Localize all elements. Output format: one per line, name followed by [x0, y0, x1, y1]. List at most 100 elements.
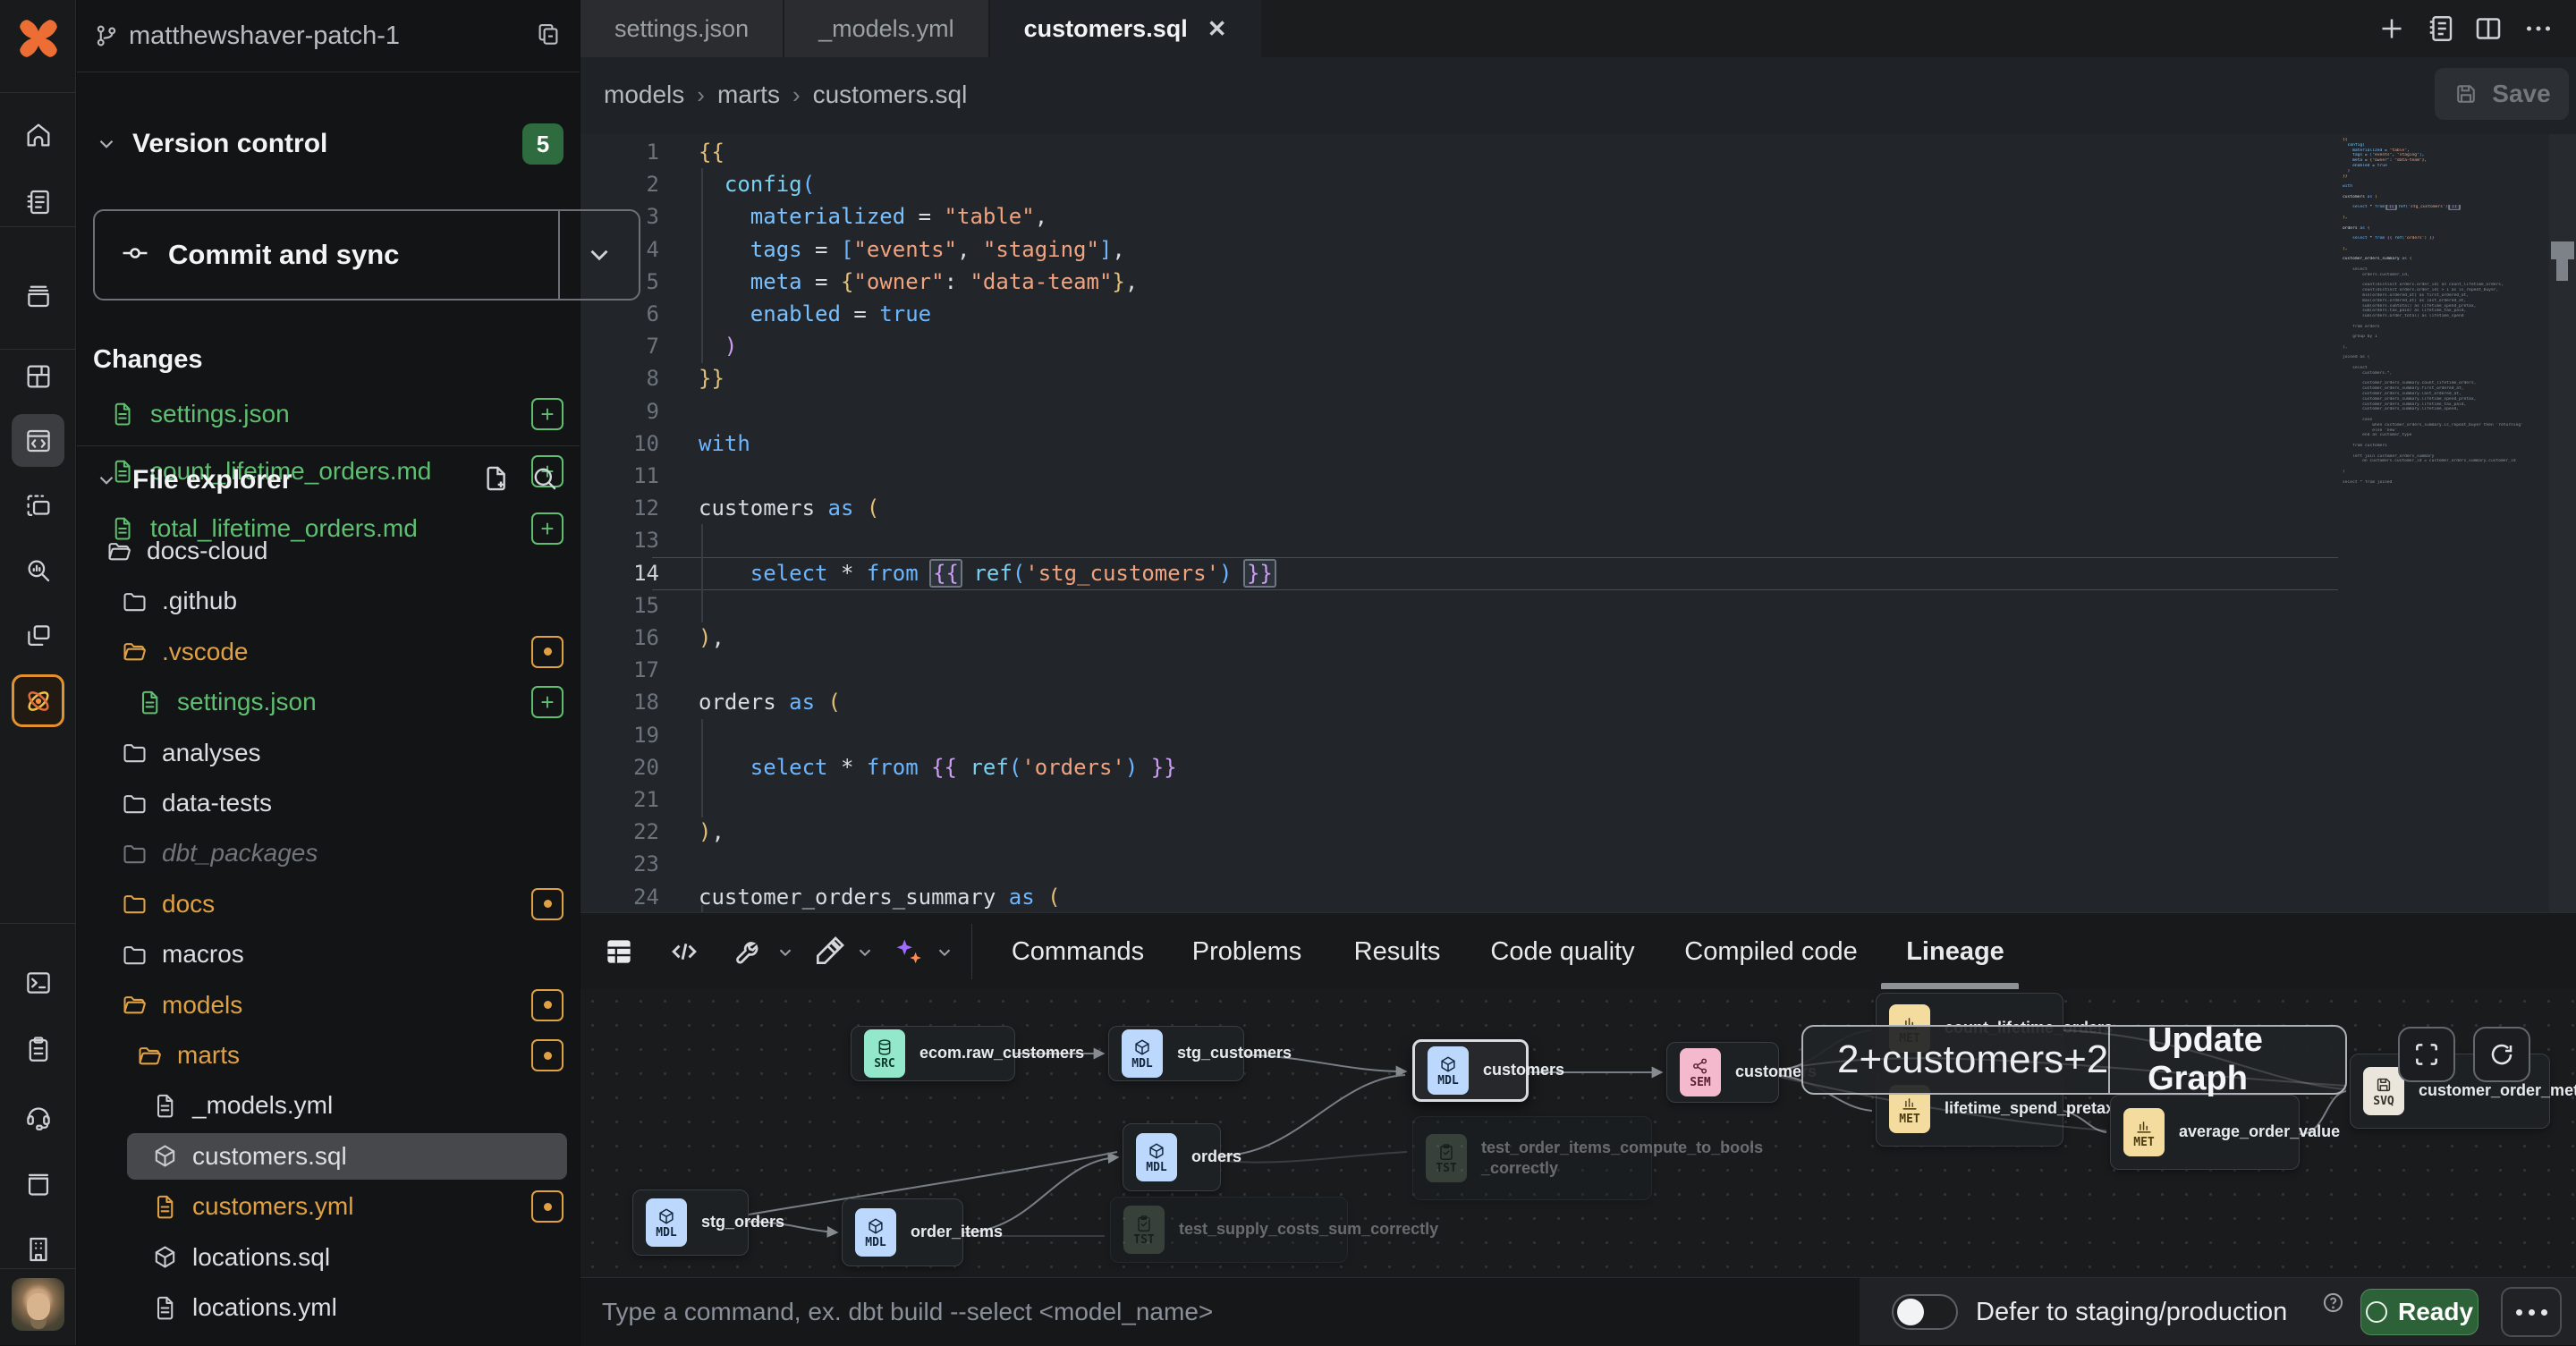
copy-branch-icon[interactable]: [535, 21, 562, 52]
nav-environments-button[interactable]: [12, 609, 64, 662]
command-input-zone[interactable]: [580, 1278, 1860, 1346]
new-tab-icon[interactable]: [2376, 13, 2408, 45]
nav-projects-button[interactable]: [12, 269, 64, 322]
nav-jobs-button[interactable]: [12, 1022, 64, 1075]
tree-item-_models.yml[interactable]: _models.yml: [77, 1082, 580, 1129]
code-editor[interactable]: 1{{2 config(3 materialized = "table",4 t…: [580, 134, 2576, 912]
tree-item-analyses[interactable]: analyses: [77, 730, 580, 776]
nav-ide-button[interactable]: [12, 414, 64, 467]
nav-orchestration-button[interactable]: [12, 674, 64, 727]
nav-dashboard-button[interactable]: [12, 350, 64, 402]
search-files-icon[interactable]: [530, 463, 560, 494]
code-line: }}: [699, 362, 724, 394]
defer-help-icon[interactable]: [2321, 1291, 2345, 1315]
preview-table-icon[interactable]: [602, 935, 636, 969]
dbt-logo-icon[interactable]: [16, 16, 61, 61]
tree-item-customers.sql[interactable]: customers.sql: [77, 1133, 580, 1180]
nav-terminal-button[interactable]: [12, 956, 64, 1009]
lineage-node-order_items[interactable]: MDLorder_items: [842, 1198, 963, 1266]
stage-file-badge[interactable]: +: [531, 398, 564, 430]
tree-item-macros[interactable]: macros: [77, 931, 580, 978]
nav-organization-button[interactable]: [12, 1223, 64, 1275]
tab-settings.json[interactable]: settings.json: [580, 0, 783, 57]
tab-_models.yml[interactable]: _models.yml: [784, 0, 988, 57]
tree-item-.github[interactable]: .github: [77, 578, 580, 624]
tree-item-label: .github: [162, 587, 237, 615]
panel-tab-problems[interactable]: Problems: [1192, 913, 1302, 990]
defer-toggle[interactable]: [1892, 1294, 1958, 1330]
panel-tab-code-quality[interactable]: Code quality: [1490, 913, 1634, 990]
lineage-refresh-button[interactable]: [2473, 1027, 2530, 1082]
commit-and-sync-button[interactable]: Commit and sync: [93, 209, 640, 301]
environment-status-badge[interactable]: Ready: [2360, 1289, 2479, 1335]
update-graph-button[interactable]: Update Graph: [2110, 1021, 2345, 1098]
commit-options-caret[interactable]: [558, 211, 639, 299]
minimap[interactable]: {{ config( materialized = "table", tags …: [2343, 138, 2546, 485]
lineage-selector-input[interactable]: 2+customers+2: [1803, 1037, 2108, 1082]
panel-tab-commands[interactable]: Commands: [1012, 913, 1144, 990]
build-wrench-icon[interactable]: [733, 935, 767, 969]
ai-sparkle-icon[interactable]: [892, 935, 926, 969]
lineage-node-customers[interactable]: SEMcustomers: [1666, 1042, 1779, 1103]
nav-capture-button[interactable]: [12, 479, 64, 532]
line-number: 21: [580, 783, 659, 816]
command-input[interactable]: [602, 1278, 1836, 1346]
lineage-node-average_order_value[interactable]: METaverage_order_value: [2110, 1095, 2300, 1170]
editor-scrollbar[interactable]: [2549, 134, 2576, 912]
lineage-fullscreen-button[interactable]: [2398, 1027, 2455, 1082]
notebook-icon[interactable]: [2424, 13, 2456, 45]
tree-item-data-tests[interactable]: data-tests: [77, 780, 580, 826]
ai-chevron-icon[interactable]: [935, 943, 954, 962]
changed-file-row[interactable]: settings.json+: [77, 391, 580, 437]
close-tab-icon[interactable]: ✕: [1208, 15, 1227, 43]
version-control-title[interactable]: Version control: [132, 129, 327, 159]
tree-item-customers.yml[interactable]: customers.yml: [77, 1183, 580, 1230]
tree-item-settings.json[interactable]: settings.json+: [77, 679, 580, 725]
lineage-node-label: average_order_value: [2179, 1122, 2340, 1142]
panel-tab-lineage[interactable]: Lineage: [1906, 913, 2004, 990]
tree-item-models[interactable]: models: [77, 982, 580, 1029]
format-pen-icon[interactable]: [812, 935, 846, 969]
save-button[interactable]: Save: [2435, 68, 2569, 120]
tab-customers.sql[interactable]: customers.sql✕: [990, 0, 1261, 57]
lineage-node-stg_orders[interactable]: MDLstg_orders: [632, 1189, 749, 1256]
lineage-node-ecom.raw_customers[interactable]: SRCecom.raw_customers: [851, 1026, 1015, 1081]
breadcrumb-item[interactable]: marts: [717, 80, 780, 109]
branch-row[interactable]: matthewshaver-patch-1: [77, 0, 580, 72]
format-chevron-icon[interactable]: [855, 943, 875, 962]
panel-tab-results[interactable]: Results: [1354, 913, 1441, 990]
tree-item-label: customers.sql: [192, 1142, 347, 1171]
version-control-collapse-icon[interactable]: [95, 132, 118, 156]
tree-item-locations.sql[interactable]: locations.sql: [77, 1234, 580, 1281]
nav-profiler-button[interactable]: [12, 544, 64, 597]
command-bar-more-button[interactable]: [2501, 1287, 2562, 1337]
tree-item-.vscode[interactable]: .vscode: [77, 629, 580, 675]
breadcrumb-item[interactable]: customers.sql: [813, 80, 968, 109]
file-explorer-title[interactable]: File explorer: [132, 465, 292, 495]
nav-home-button[interactable]: [12, 108, 64, 161]
tree-item-docs-cloud[interactable]: docs-cloud: [77, 528, 580, 574]
more-options-icon[interactable]: [2522, 13, 2555, 45]
wrench-chevron-icon[interactable]: [775, 943, 795, 962]
nav-user-avatar[interactable]: [12, 1278, 64, 1331]
compile-code-icon[interactable]: [667, 935, 701, 969]
breadcrumb-item[interactable]: models: [604, 80, 684, 109]
lineage-node-stg_customers[interactable]: MDLstg_customers: [1108, 1026, 1244, 1081]
tree-item-locations.yml[interactable]: locations.yml: [77, 1284, 580, 1331]
lineage-node-orders[interactable]: MDLorders: [1123, 1123, 1221, 1191]
tree-item-docs[interactable]: docs: [77, 881, 580, 927]
panel-tab-compiled-code[interactable]: Compiled code: [1684, 913, 1857, 990]
tree-item-marts[interactable]: marts: [77, 1032, 580, 1079]
lineage-canvas[interactable]: SRCecom.raw_customers MDLstg_customers MDL…: [580, 989, 2576, 1277]
nav-library-button[interactable]: [12, 1156, 64, 1209]
tree-item-dbt_packages[interactable]: dbt_packages: [77, 830, 580, 876]
nav-docs-button[interactable]: [12, 175, 64, 228]
lineage-node-customers[interactable]: MDLcustomers: [1412, 1039, 1529, 1102]
version-control-badge: 5: [522, 123, 564, 165]
lineage-node-test_supply_costs_sum_correctly[interactable]: TSTtest_supply_costs_sum_correctly: [1110, 1197, 1348, 1263]
split-editor-icon[interactable]: [2472, 13, 2504, 45]
file-explorer-collapse-icon[interactable]: [95, 469, 118, 492]
lineage-node-test_order_items_compute_to_bools[interactable]: TSTtest_order_items_compute_to_bools _co…: [1412, 1116, 1652, 1200]
nav-support-button[interactable]: [12, 1089, 64, 1142]
new-file-icon[interactable]: [481, 463, 512, 494]
